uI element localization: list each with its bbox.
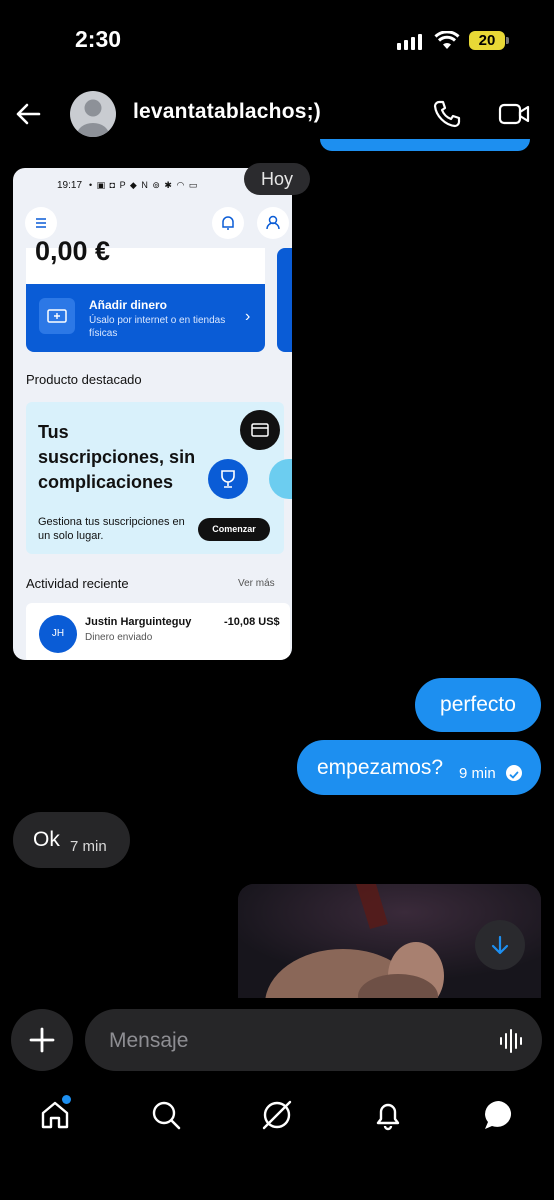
- bell-icon[interactable]: [371, 1098, 405, 1137]
- shot-transaction-name: Justin Harguinteguy: [85, 616, 192, 628]
- search-icon[interactable]: [149, 1098, 183, 1137]
- add-attachment-button[interactable]: [11, 1009, 73, 1071]
- messages-icon[interactable]: [482, 1098, 516, 1137]
- avatar[interactable]: [70, 91, 116, 137]
- shot-promo-subtitle: Gestiona tus suscripciones en un solo lu…: [38, 516, 185, 542]
- shot-status-time: 19:17: [57, 180, 83, 191]
- shot-add-money-subtitle: Úsalo por internet o en tiendas físicas: [89, 315, 226, 339]
- shot-transaction-description: Dinero enviado: [85, 632, 153, 643]
- message-time: 7 min: [70, 838, 107, 855]
- explore-icon[interactable]: [260, 1098, 294, 1137]
- battery-tip: [506, 37, 509, 44]
- shot-bell-icon: [212, 207, 244, 239]
- shot-user-icon: [257, 207, 289, 239]
- shot-cash-icon: [39, 298, 75, 334]
- shot-promo-title: Tus suscripciones, sin complicaciones: [38, 422, 196, 492]
- shared-screenshot-image[interactable]: 19:17 • ▣ ◘ P ◆ N ⊚ ✱ ◠ ▭ 0,00 € Añadir …: [13, 168, 292, 660]
- shot-trophy-icon: [208, 459, 248, 499]
- shot-promo-button: Comenzar: [198, 518, 270, 541]
- shot-add-money-title: Añadir dinero: [89, 298, 168, 312]
- shot-status-icons: • ▣ ◘ P ◆ N ⊚ ✱ ◠ ▭: [89, 180, 199, 190]
- back-arrow-icon[interactable]: [14, 100, 42, 133]
- day-separator: Hoy: [244, 163, 310, 195]
- message-bubble-incoming[interactable]: Ok 7 min: [13, 812, 130, 868]
- contact-name[interactable]: levantatablachos;): [133, 100, 321, 124]
- shot-featured-heading: Producto destacado: [26, 372, 142, 387]
- shot-wallet-icon: [240, 410, 280, 450]
- notification-dot: [62, 1095, 71, 1104]
- message-text: Ok: [33, 828, 60, 851]
- shot-balance: 0,00 €: [35, 236, 111, 266]
- shot-chevron-right-icon: ›: [245, 308, 251, 325]
- read-check-icon: [506, 765, 522, 781]
- shot-recent-heading: Actividad reciente: [26, 576, 129, 591]
- shot-transaction-avatar: JH: [39, 615, 77, 653]
- shot-side-card: [277, 248, 292, 352]
- message-time: 9 min: [459, 765, 496, 782]
- message-text: empezamos?: [317, 756, 444, 779]
- scroll-to-bottom-button[interactable]: [475, 920, 525, 970]
- voice-message-icon[interactable]: [499, 1028, 525, 1059]
- shot-transaction-amount: -10,08 US$: [224, 616, 280, 628]
- shot-see-more: Ver más: [238, 578, 275, 589]
- status-time: 2:30: [75, 26, 122, 52]
- message-text-field[interactable]: [107, 1009, 491, 1073]
- previous-message-bubble[interactable]: [320, 139, 530, 151]
- message-bubble-outgoing[interactable]: empezamos? 9 min: [297, 740, 541, 795]
- cellular-signal-icon: [397, 34, 422, 50]
- message-input[interactable]: [85, 1009, 542, 1073]
- message-bubble-outgoing[interactable]: perfecto: [415, 678, 541, 732]
- battery-level: 20: [469, 31, 505, 50]
- wifi-icon: [434, 30, 460, 56]
- shot-menu-icon: [25, 207, 57, 239]
- phone-icon[interactable]: [432, 99, 462, 134]
- video-call-icon[interactable]: [498, 101, 530, 132]
